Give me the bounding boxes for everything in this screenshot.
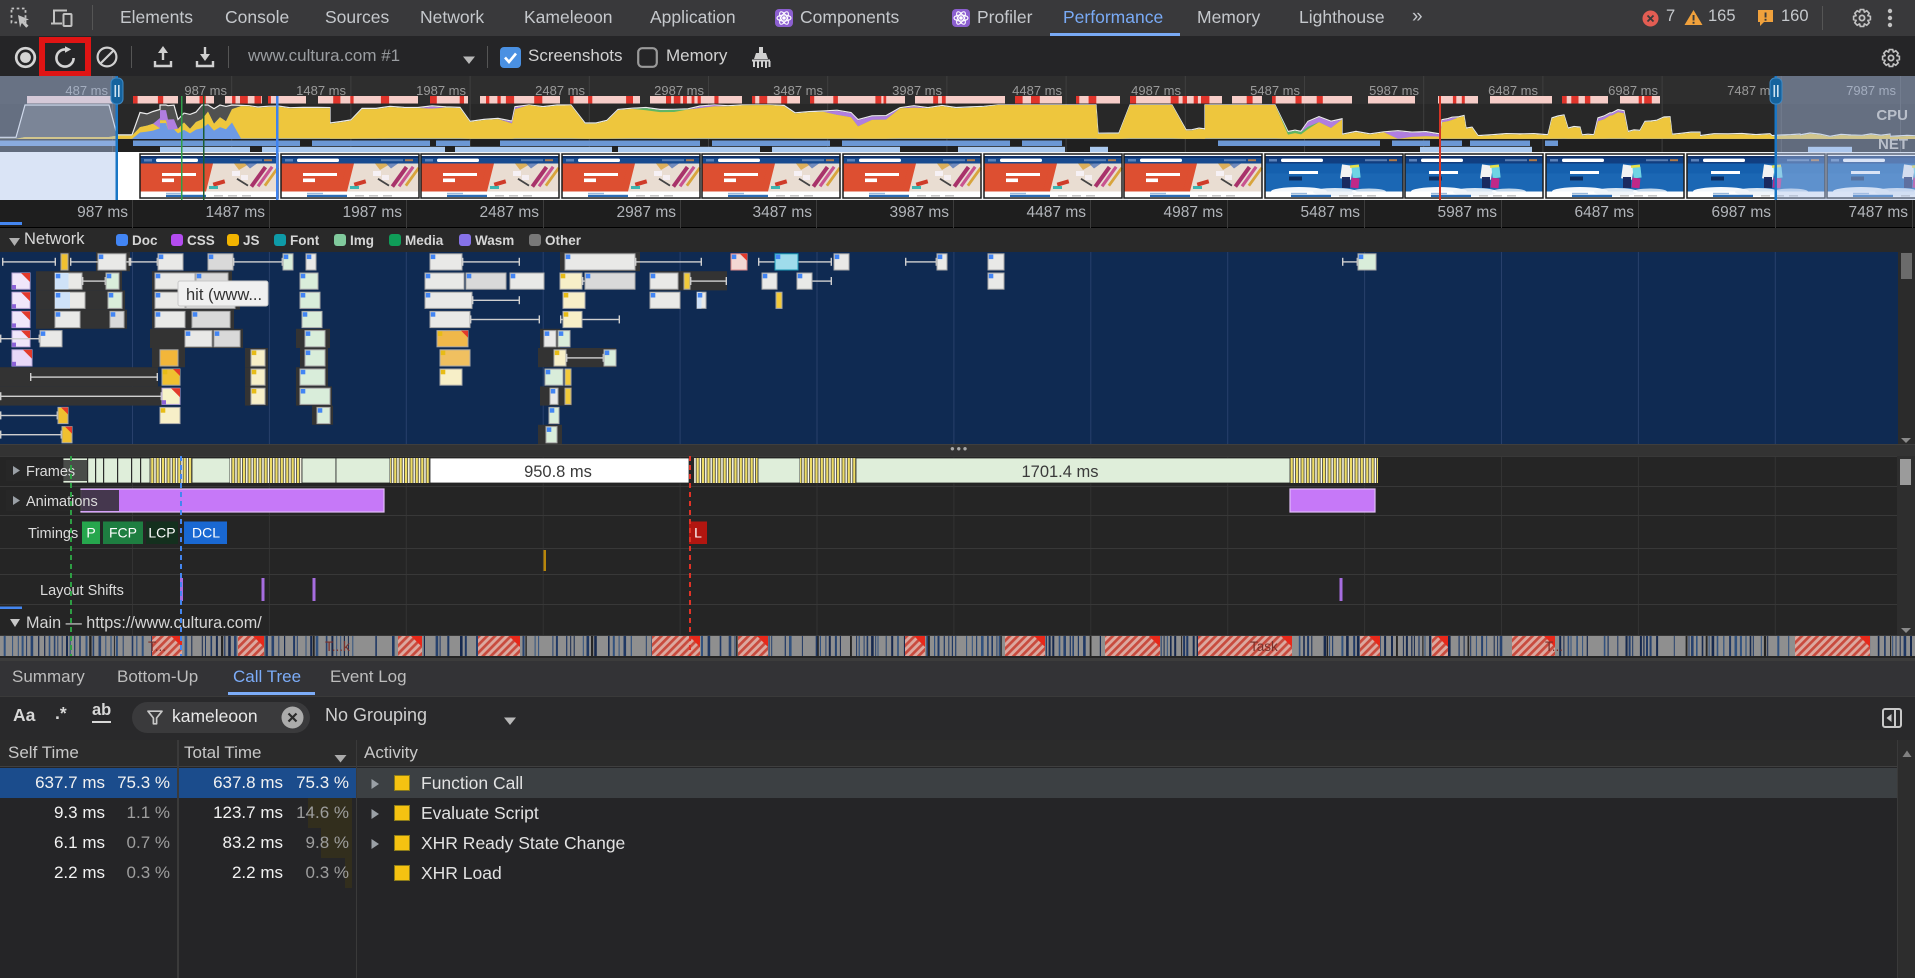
svg-text:Main — https://www.cultura.com: Main — https://www.cultura.com/ [26, 614, 262, 632]
svg-text:1987 ms: 1987 ms [416, 83, 466, 98]
svg-text:Frames: Frames [26, 464, 75, 480]
svg-text:5487 ms: 5487 ms [1250, 83, 1300, 98]
svg-text:3987 ms: 3987 ms [892, 83, 942, 98]
svg-text:987 ms: 987 ms [184, 83, 227, 98]
svg-text:P: P [86, 525, 95, 541]
svg-text:L: L [694, 525, 702, 541]
svg-text:CPU: CPU [1876, 107, 1908, 124]
svg-text:6487 ms: 6487 ms [1488, 83, 1538, 98]
svg-text:Task: Task [1250, 639, 1278, 654]
svg-text:T...: T... [1545, 639, 1563, 654]
svg-text:4487 ms: 4487 ms [1012, 83, 1062, 98]
svg-text:1701.4 ms: 1701.4 ms [1021, 463, 1098, 481]
svg-text:LCP: LCP [148, 525, 175, 541]
svg-text:6987 ms: 6987 ms [1608, 83, 1658, 98]
svg-text:950.8 ms: 950.8 ms [524, 463, 592, 481]
svg-text:T...: T... [148, 639, 166, 654]
svg-text:Animations: Animations [26, 494, 98, 510]
svg-text:2487 ms: 2487 ms [535, 83, 585, 98]
svg-text:hit (www...: hit (www... [186, 286, 262, 304]
svg-text:1487 ms: 1487 ms [296, 83, 346, 98]
svg-text:4987 ms: 4987 ms [1131, 83, 1181, 98]
svg-text:DCL: DCL [192, 525, 220, 541]
svg-text:FCP: FCP [109, 525, 137, 541]
svg-text:NET: NET [1878, 136, 1908, 153]
svg-text:3487 ms: 3487 ms [773, 83, 823, 98]
svg-text:5987 ms: 5987 ms [1369, 83, 1419, 98]
svg-text:2987 ms: 2987 ms [654, 83, 704, 98]
svg-text:Layout Shifts: Layout Shifts [40, 583, 124, 599]
svg-text:T...k: T...k [325, 639, 350, 654]
